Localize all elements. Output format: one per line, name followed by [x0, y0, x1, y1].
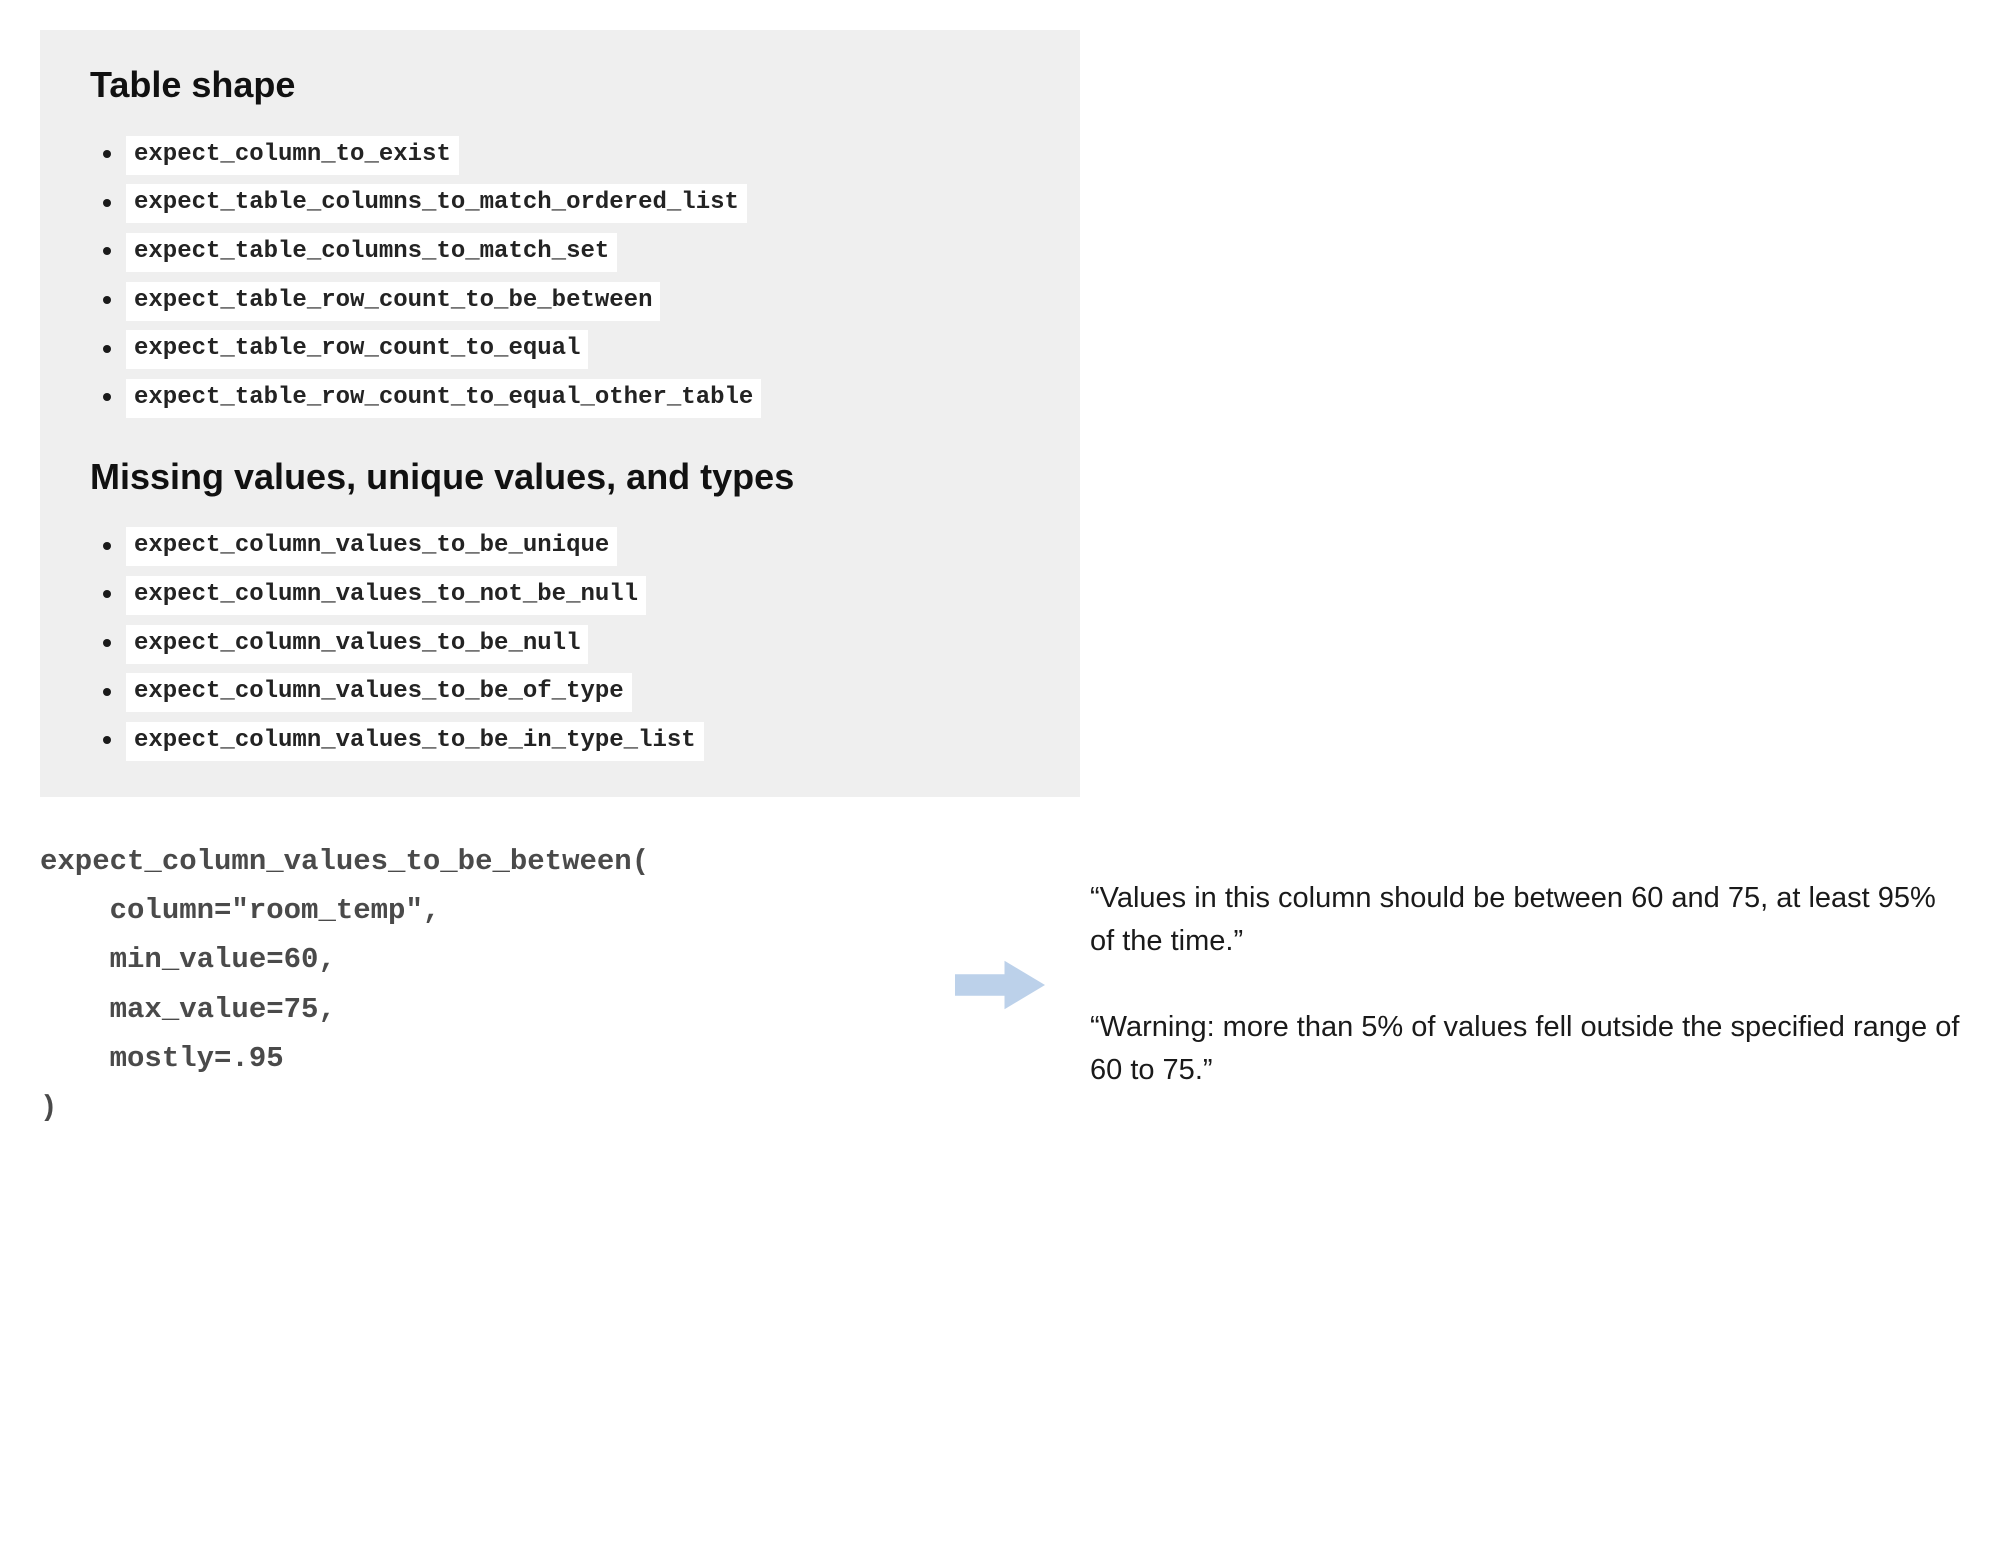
list-item: expect_table_row_count_to_be_between [126, 280, 1040, 321]
list-item: expect_column_values_to_not_be_null [126, 574, 1040, 615]
list-item: expect_column_values_to_be_of_type [126, 672, 1040, 713]
code-chip: expect_column_values_to_be_of_type [126, 673, 632, 712]
list-item: expect_table_columns_to_match_set [126, 231, 1040, 272]
annotation-text: “Values in this column should be between… [1090, 877, 1960, 964]
list-item: expect_table_row_count_to_equal [126, 329, 1040, 370]
list-item: expect_table_columns_to_match_ordered_li… [126, 183, 1040, 224]
example-code: expect_column_values_to_be_between( colu… [40, 837, 940, 1133]
code-chip: expect_column_to_exist [126, 136, 459, 175]
list-item: expect_column_to_exist [126, 134, 1040, 175]
section-heading-missing-values: Missing values, unique values, and types [90, 450, 1040, 504]
example-annotations: “Values in this column should be between… [1060, 877, 1960, 1093]
table-shape-list: expect_column_to_exist expect_table_colu… [90, 134, 1040, 418]
code-chip: expect_column_values_to_be_unique [126, 527, 617, 566]
arrow-right-icon [955, 955, 1045, 1015]
code-chip: expect_table_row_count_to_be_between [126, 282, 660, 321]
code-chip: expect_table_row_count_to_equal_other_ta… [126, 379, 761, 418]
missing-values-list: expect_column_values_to_be_unique expect… [90, 526, 1040, 761]
document-page: Table shape expect_column_to_exist expec… [0, 0, 1999, 1545]
list-item: expect_column_values_to_be_in_type_list [126, 720, 1040, 761]
list-item: expect_column_values_to_be_unique [126, 526, 1040, 567]
expectations-panel: Table shape expect_column_to_exist expec… [40, 30, 1080, 797]
code-chip: expect_table_columns_to_match_ordered_li… [126, 184, 747, 223]
section-heading-table-shape: Table shape [90, 58, 1040, 112]
example-row: expect_column_values_to_be_between( colu… [40, 837, 1960, 1133]
code-chip: expect_table_row_count_to_equal [126, 330, 588, 369]
arrow-cell [940, 955, 1060, 1015]
code-chip: expect_column_values_to_be_null [126, 625, 588, 664]
code-chip: expect_column_values_to_not_be_null [126, 576, 646, 615]
code-chip: expect_column_values_to_be_in_type_list [126, 722, 704, 761]
list-item: expect_table_row_count_to_equal_other_ta… [126, 377, 1040, 418]
annotation-text: “Warning: more than 5% of values fell ou… [1090, 1006, 1960, 1093]
list-item: expect_column_values_to_be_null [126, 623, 1040, 664]
code-chip: expect_table_columns_to_match_set [126, 233, 617, 272]
